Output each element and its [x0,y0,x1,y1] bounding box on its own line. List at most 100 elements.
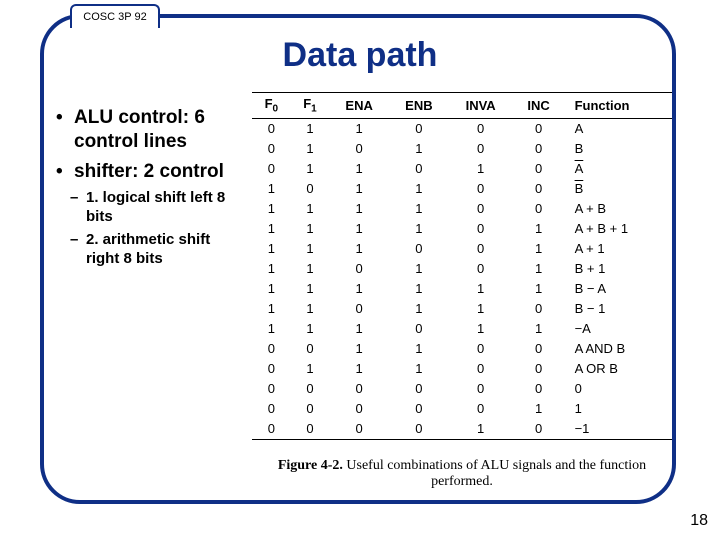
cell-f0: 0 [252,379,291,399]
cell-enb: 1 [389,299,449,319]
cell-enb: 1 [389,199,449,219]
cell-ena: 1 [329,179,389,199]
page-number: 18 [690,512,708,530]
bullet-alu-control: ALU control: 6 control lines [56,106,236,154]
cell-inva: 0 [449,399,513,419]
cell-function: B + 1 [565,259,672,279]
cell-f0: 1 [252,259,291,279]
cell-f0: 0 [252,139,291,159]
col-f0: F0 [252,93,291,119]
cell-function: −A [565,319,672,339]
cell-f1: 1 [291,239,330,259]
cell-f0: 0 [252,339,291,359]
cell-inc: 1 [513,399,565,419]
cell-f1: 0 [291,399,330,419]
cell-function: B [565,179,672,199]
cell-function: −1 [565,419,672,440]
cell-f0: 0 [252,399,291,419]
cell-f1: 1 [291,139,330,159]
cell-inc: 0 [513,199,565,219]
cell-inc: 0 [513,379,565,399]
cell-ena: 0 [329,419,389,440]
cell-f1: 1 [291,279,330,299]
cell-enb: 1 [389,179,449,199]
cell-inva: 0 [449,139,513,159]
col-f1-main: F [303,96,311,111]
cell-f1: 1 [291,319,330,339]
cell-ena: 0 [329,399,389,419]
cell-enb: 1 [389,339,449,359]
course-tab: COSC 3P 92 [70,4,160,28]
cell-ena: 1 [329,339,389,359]
col-f1-sub: 1 [311,104,317,115]
cell-function: B − 1 [565,299,672,319]
cell-inc: 1 [513,259,565,279]
table-row: 111101A + B + 1 [252,219,672,239]
col-ena: ENA [329,93,389,119]
cell-f1: 1 [291,118,330,139]
cell-inc: 0 [513,299,565,319]
col-f0-main: F [265,96,273,111]
table-row: 111001A + 1 [252,239,672,259]
table-row: 000010−1 [252,419,672,440]
cell-inc: 0 [513,339,565,359]
cell-function: 1 [565,399,672,419]
cell-f1: 1 [291,159,330,179]
col-inva: INVA [449,93,513,119]
cell-inva: 0 [449,199,513,219]
col-f0-sub: 0 [273,104,279,115]
cell-enb: 0 [389,419,449,440]
table-row: 111100A + B [252,199,672,219]
cell-enb: 0 [389,118,449,139]
figure-label: Figure 4-2. [278,458,343,473]
cell-function: A AND B [565,339,672,359]
col-inc: INC [513,93,565,119]
cell-inva: 0 [449,339,513,359]
cell-inva: 0 [449,219,513,239]
cell-f1: 1 [291,359,330,379]
cell-ena: 0 [329,299,389,319]
cell-ena: 1 [329,199,389,219]
table-row: 110101B + 1 [252,259,672,279]
cell-ena: 1 [329,239,389,259]
cell-enb: 0 [389,159,449,179]
cell-inva: 0 [449,118,513,139]
cell-ena: 0 [329,259,389,279]
col-function: Function [565,93,672,119]
table-row: 101100B [252,179,672,199]
table-row: 0000011 [252,399,672,419]
cell-f1: 1 [291,219,330,239]
cell-f1: 0 [291,379,330,399]
table-row: 010100B [252,139,672,159]
cell-inc: 0 [513,118,565,139]
cell-enb: 1 [389,259,449,279]
cell-inc: 0 [513,419,565,440]
cell-ena: 0 [329,139,389,159]
cell-inc: 1 [513,279,565,299]
cell-ena: 1 [329,159,389,179]
cell-f1: 0 [291,419,330,440]
cell-inva: 1 [449,159,513,179]
cell-ena: 1 [329,359,389,379]
cell-f0: 1 [252,199,291,219]
cell-inc: 0 [513,139,565,159]
cell-f1: 1 [291,259,330,279]
subbullet-arith-shift: 2. arithmetic shift right 8 bits [56,231,236,269]
cell-inva: 1 [449,279,513,299]
cell-inc: 1 [513,239,565,259]
cell-f0: 0 [252,359,291,379]
col-f1: F1 [291,93,330,119]
cell-inva: 0 [449,379,513,399]
table-row: 110110B − 1 [252,299,672,319]
cell-inva: 1 [449,319,513,339]
figure-caption: Figure 4-2. Useful combinations of ALU s… [252,458,672,490]
cell-ena: 0 [329,379,389,399]
cell-f0: 0 [252,159,291,179]
cell-inc: 1 [513,219,565,239]
cell-enb: 0 [389,379,449,399]
table-row: 011000A [252,118,672,139]
figure-area: F0 F1 ENA ENB INVA INC Function 011000A0… [252,92,672,490]
cell-f1: 0 [291,179,330,199]
content-block: ALU control: 6 control lines shifter: 2 … [56,106,236,272]
cell-enb: 0 [389,399,449,419]
